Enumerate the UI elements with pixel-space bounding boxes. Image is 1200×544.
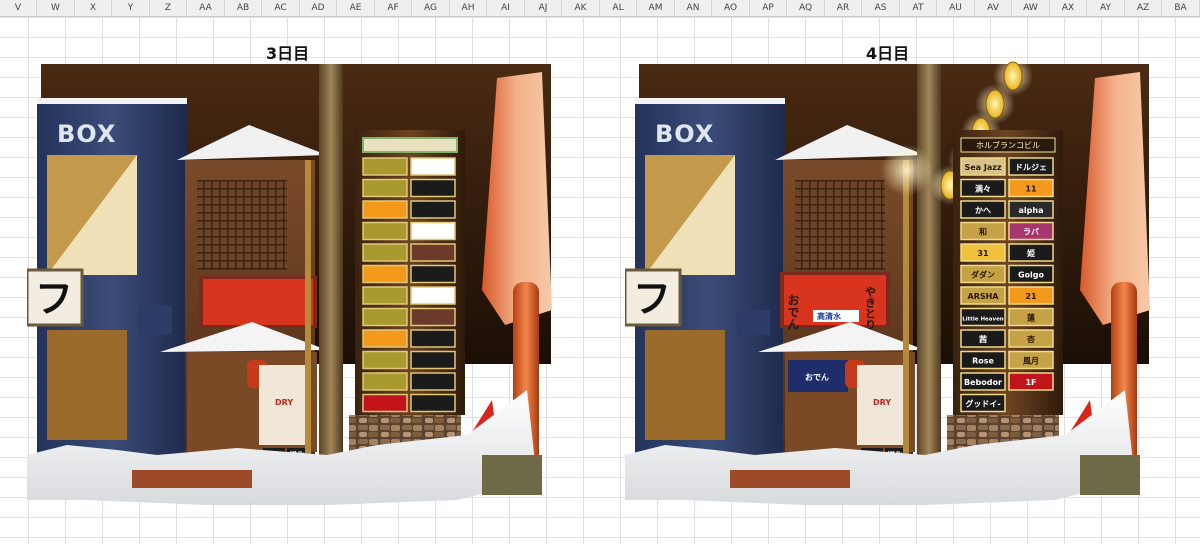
svg-text:高清水: 高清水 [817,311,842,321]
column-header[interactable]: X [75,0,112,16]
column-header[interactable]: AW [1013,0,1050,16]
column-header[interactable]: AH [450,0,487,16]
tenant-sign-blank [362,264,408,284]
column-header[interactable]: AT [900,0,937,16]
column-header[interactable]: Z [150,0,187,16]
tenant-sign-blank [410,178,456,198]
tenant-sign-blank [362,393,408,413]
tenant-sign-label: 蓮 [1027,313,1035,323]
tenant-sign-label: Sea Jazz [964,163,1001,172]
tenant-sign-blank [362,178,408,198]
column-header-bar: V W X Y Z AA AB AC AD AE AF AG AH AI AJ AK AL AM AN AO AP AQ A… [0,0,1200,17]
column-header[interactable]: AV [975,0,1012,16]
street-scene-day3: BOX DRY 樽生 樽生 フ [27,64,552,505]
tenant-sign-label: 31 [977,249,989,258]
column-header[interactable]: W [38,0,75,16]
column-header[interactable]: AP [750,0,787,16]
tenant-sign-blank [362,350,408,370]
tenant-sign-label: ドルジェ [1015,163,1047,172]
tenant-sign-blank [362,243,408,262]
svg-text:フ: フ [633,277,671,321]
tenant-sign-label: Little Heaven [962,317,1004,323]
column-header[interactable]: AF [375,0,412,16]
tenant-sign-blank [410,243,456,262]
column-header[interactable]: AE [338,0,375,16]
tenant-sign-label: ARSHA [968,292,1000,301]
tenant-sign-blank [362,372,408,391]
tenant-sign-label: Golgo [1018,271,1045,280]
column-header[interactable]: AS [863,0,900,16]
column-header[interactable]: AM [638,0,675,16]
column-header[interactable]: AU [938,0,975,16]
tenant-sign-blank [410,372,456,391]
column-header[interactable]: AN [675,0,712,16]
tenant-sign-blank [410,350,456,370]
svg-text:おでん: おでん [805,373,829,382]
box-sign: BOX [655,120,714,148]
column-header[interactable]: AG [413,0,450,16]
tenant-sign-blank [410,393,456,413]
column-header[interactable]: Y [113,0,150,16]
tenant-sign-blank [410,307,456,327]
svg-text:DRY: DRY [873,398,891,407]
tenant-sign-label: 杏 [1026,334,1035,344]
tenant-sign-label: 21 [1025,292,1037,301]
svg-text:おでん: おでん [786,294,800,330]
svg-text:フ: フ [35,277,73,321]
tenant-sign-blank [410,264,456,284]
tenant-sign-label: 姫 [1027,248,1035,258]
tenant-sign-label: 茜 [979,334,987,344]
tenant-sign-label: ホルブランコビル [976,140,1040,150]
tower-top-sign [362,137,458,153]
column-header[interactable]: AY [1088,0,1125,16]
column-header[interactable]: AA [188,0,225,16]
paper-lantern [985,89,1005,119]
column-header[interactable]: AR [825,0,862,16]
column-header[interactable]: AB [225,0,262,16]
tenant-sign-blank [410,329,456,348]
tenant-sign-blank [362,307,408,327]
column-header[interactable]: V [0,0,37,16]
tenant-sign-blank [362,329,408,348]
tenant-sign-label: ラバ [1023,228,1039,237]
tenant-sign-blank [362,157,408,176]
column-header[interactable]: BA [1163,0,1200,16]
column-header[interactable]: AC [263,0,300,16]
column-header[interactable]: AD [300,0,337,16]
tenant-sign-blank [410,157,456,176]
tenant-sign-blank [410,286,456,305]
tenant-sign-label: alpha [1019,206,1044,215]
tenant-sign-label: 和 [979,227,987,237]
tenant-sign-blank [362,221,408,241]
column-header[interactable]: AX [1050,0,1087,16]
tenant-sign-label: グッドイ- [965,399,1000,409]
tenant-sign-blank [362,200,408,219]
tenant-sign-blank [410,221,456,241]
column-header[interactable]: AI [488,0,525,16]
column-header[interactable]: AJ [525,0,562,16]
svg-text:DRY: DRY [275,398,293,407]
paper-lantern [1003,61,1023,91]
street-scene-day4: BOX おでん やきとり 高清水 おでん DRY 樽生 樽生 フ ホルブランコビ… [625,60,1150,505]
svg-text:やきとり: やきとり [864,286,877,330]
tenant-sign-label: 11 [1025,185,1037,194]
column-header[interactable]: AK [563,0,600,16]
tenant-sign-blank [410,200,456,219]
tenant-sign-label: かへ [975,206,991,215]
box-sign: BOX [57,120,116,148]
tenant-sign-label: 1F [1025,378,1036,387]
tenant-sign-blank [362,286,408,305]
tenant-sign-label: 風月 [1023,357,1039,366]
tenant-sign-label: Bebodor [964,378,1002,387]
column-header[interactable]: AQ [788,0,825,16]
column-header[interactable]: AL [600,0,637,16]
utility-pole [319,64,343,464]
column-header[interactable]: AO [713,0,750,16]
tenant-sign-label: ダダン [971,270,995,280]
tenant-sign-label: Rose [972,357,994,366]
column-header[interactable]: AZ [1125,0,1162,16]
tenant-sign-label: 満々 [975,184,991,194]
